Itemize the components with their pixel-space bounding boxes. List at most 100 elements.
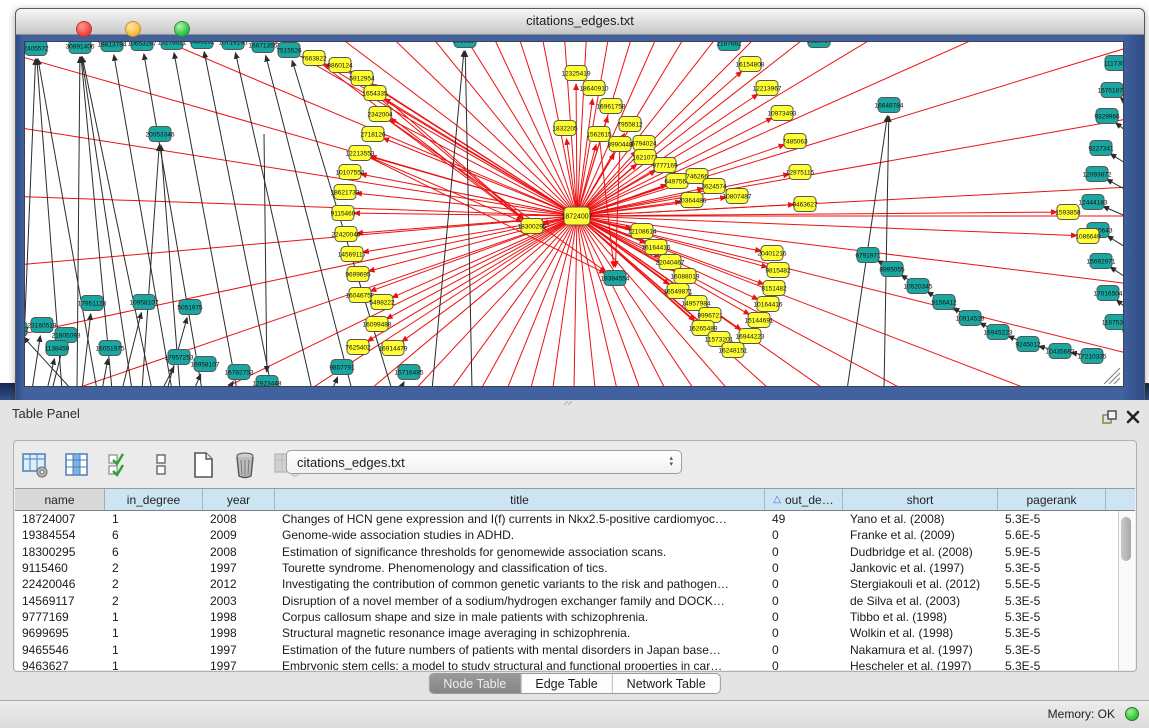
graph-node-label: 9227341: [1088, 145, 1114, 152]
graph-node-label: 1593858: [1055, 209, 1081, 216]
table-mode-icon[interactable]: [20, 450, 50, 480]
network-canvas[interactable]: 1872400718300295193845542405572306914061…: [24, 41, 1124, 387]
graph-node-label: 12213553: [346, 150, 375, 157]
tab-network-table[interactable]: Network Table: [613, 674, 720, 693]
row-height-icon[interactable]: [146, 450, 176, 480]
table-cell: 0: [765, 577, 843, 591]
table-source-dropdown[interactable]: citations_edges.txt ▴▾: [286, 450, 682, 474]
table-cell: Changes of HCN gene expression and I(f) …: [275, 512, 765, 526]
graph-node-label: 16164416: [642, 244, 671, 251]
graph-node-label: 12213967: [753, 85, 782, 92]
table-cell: Embryonic stem cells: a model to study s…: [275, 659, 765, 670]
table-cell: Tibbo et al. (1998): [843, 610, 998, 624]
graph-node-label: 10435682: [1046, 348, 1075, 355]
table-cell: Tourette syndrome. Phenomenology and cla…: [275, 561, 765, 575]
graph-node-label: 20401216: [758, 250, 787, 257]
select-columns-icon[interactable]: [104, 450, 134, 480]
memory-status-label: Memory: OK: [1048, 707, 1115, 721]
graph-node-label: 1562615: [586, 131, 612, 138]
network-window-title: citations_edges.txt: [16, 13, 1144, 28]
table-row[interactable]: 1938455462009Genome-wide association stu…: [15, 527, 1135, 543]
table-cell: Stergiakouli et al. (2012): [843, 577, 998, 591]
float-panel-icon[interactable]: [1101, 409, 1119, 425]
column-header-pagerank[interactable]: pagerank: [998, 489, 1106, 510]
table-cell: 9699695: [15, 626, 105, 640]
table-cell: 0: [765, 545, 843, 559]
graph-node-label: 9463627: [792, 201, 818, 208]
graph-node-label: 21605093: [52, 332, 81, 339]
graph-node-label: 10958107: [130, 299, 159, 306]
graph-node-label: 2187662: [716, 42, 742, 47]
tab-node-table[interactable]: Node Table: [429, 674, 521, 693]
graph-node-label: 6794024: [631, 140, 657, 147]
table-cell: 0: [765, 610, 843, 624]
table-row[interactable]: 2242004622012Investigating the contribut…: [15, 576, 1135, 592]
table-cell: 1997: [203, 561, 275, 575]
graph-node-label: 7625402: [345, 344, 371, 351]
graph-node-label: 12975115: [786, 169, 815, 176]
graph-node-label: 10653287: [128, 42, 157, 47]
column-header-in_degree[interactable]: in_degree: [105, 489, 203, 510]
graph-node-label: 5912954: [349, 75, 375, 82]
graph-node-label: 30691406: [66, 43, 95, 50]
memory-status-indicator[interactable]: [1125, 707, 1139, 721]
table-row[interactable]: 946554611997Estimation of the future num…: [15, 641, 1135, 657]
graph-node-label: 14569117: [338, 251, 367, 258]
table-cell: 9463627: [15, 659, 105, 670]
table-cell: 2009: [203, 528, 275, 542]
tab-edge-table[interactable]: Edge Table: [521, 674, 612, 693]
network-window-titlebar[interactable]: citations_edges.txt: [16, 9, 1144, 35]
table-cell: 5.6E-5: [998, 528, 1106, 542]
table-vertical-scrollbar[interactable]: [1118, 511, 1134, 670]
column-header-title[interactable]: title: [275, 489, 765, 510]
graph-node-label: 6791971: [855, 252, 881, 259]
table-cell: 5.3E-5: [998, 643, 1106, 657]
panel-divider-grip[interactable]: [563, 401, 575, 406]
graph-node-label: 16671355: [249, 42, 278, 49]
graph-node-label: 1613254: [452, 42, 478, 44]
table-row[interactable]: 977716911998Corpus callosum shape and si…: [15, 609, 1135, 625]
sort-ascending-icon: △: [773, 494, 781, 505]
graph-node-label: 16944223: [736, 333, 765, 340]
table-cell: 5.3E-5: [998, 626, 1106, 640]
column-header-short[interactable]: short: [843, 489, 998, 510]
graph-node-label: 1086649: [1075, 233, 1101, 240]
citation-network-graph[interactable]: 1872400718300295193845542405572306914061…: [25, 42, 1123, 386]
table-cell: 5.5E-5: [998, 577, 1106, 591]
graph-node-label: 10520345: [904, 283, 933, 290]
graph-node-label: 2342004: [367, 111, 393, 118]
graph-node-label: 16945223: [984, 329, 1013, 336]
table-cell: 9777169: [15, 610, 105, 624]
table-cell: 2008: [203, 512, 275, 526]
graph-node-label: 9857791: [329, 364, 355, 371]
canvas-resize-grip[interactable]: [1104, 368, 1120, 384]
graph-node-label: 1832205: [552, 125, 578, 132]
table-row[interactable]: 946362711997Embryonic stem cells: a mode…: [15, 658, 1135, 670]
table-cell: 2: [105, 577, 203, 591]
table-row[interactable]: 969969511998Structural magnetic resonanc…: [15, 625, 1135, 641]
scrollbar-thumb[interactable]: [1121, 517, 1131, 561]
graph-node-label: 19384554: [601, 275, 630, 282]
table-row[interactable]: 1830029562008Estimation of significance …: [15, 544, 1135, 560]
graph-node-label: 8996721: [697, 312, 723, 319]
delete-column-icon[interactable]: [230, 450, 260, 480]
table-cell: 22420046: [15, 577, 105, 591]
new-column-icon[interactable]: [188, 450, 218, 480]
show-columns-icon[interactable]: [62, 450, 92, 480]
column-header-name[interactable]: name: [15, 489, 105, 510]
table-cell: 0: [765, 594, 843, 608]
table-cell: 2: [105, 561, 203, 575]
network-window-frame: 1872400718300295193845542405572306914061…: [16, 35, 1144, 402]
table-row[interactable]: 911546021997Tourette syndrome. Phenomeno…: [15, 560, 1135, 576]
graph-node-label: 8990448: [607, 141, 633, 148]
close-panel-icon[interactable]: [1125, 409, 1141, 425]
table-row[interactable]: 1872400712008Changes of HCN gene express…: [15, 511, 1135, 527]
graph-node-label: 9245012: [1015, 341, 1041, 348]
table-row[interactable]: 1456911722003Disruption of a novel membe…: [15, 592, 1135, 608]
graph-node-label: 8151482: [761, 285, 787, 292]
graph-node-label: 16549871: [664, 288, 693, 295]
column-header-year[interactable]: year: [203, 489, 275, 510]
graph-node-label: 10164416: [754, 301, 783, 308]
table-cell: 49: [765, 512, 843, 526]
column-header-out_de[interactable]: △out_de…: [765, 489, 843, 510]
